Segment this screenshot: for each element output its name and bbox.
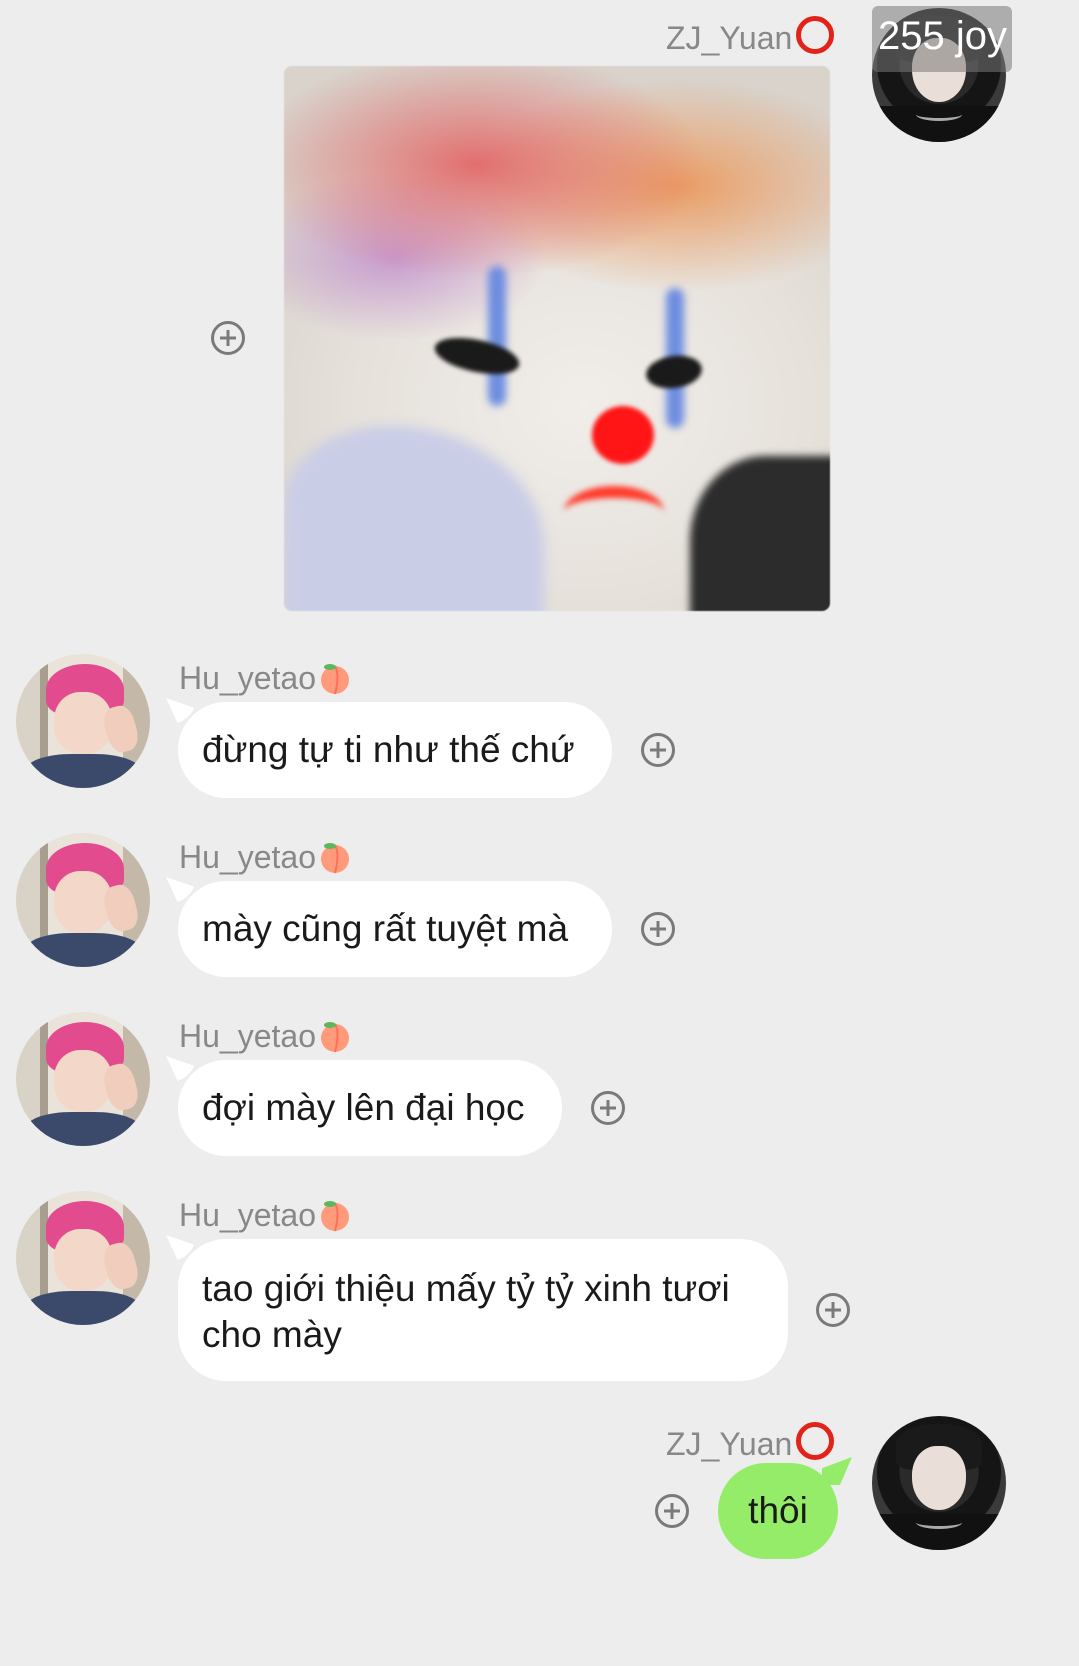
sender-name-other: Hu_yetao	[179, 839, 352, 876]
red-circle-icon	[796, 1422, 835, 1460]
peach-icon	[320, 664, 349, 695]
message-text: thôi	[748, 1490, 808, 1531]
sender-name-self: ZJ_Yuan	[666, 1422, 835, 1463]
red-circle-icon	[796, 16, 835, 54]
avatar-other[interactable]	[16, 654, 150, 788]
message-text: đừng tự ti như thế chứ	[202, 729, 575, 770]
peach-icon	[320, 1022, 349, 1053]
message-text: tao giới thiệu mấy tỷ tỷ xinh tươi cho m…	[202, 1268, 730, 1355]
peach-icon	[320, 1201, 349, 1232]
sender-name-other: Hu_yetao	[179, 660, 352, 697]
add-reaction-icon[interactable]	[816, 1293, 850, 1327]
add-reaction-icon[interactable]	[211, 321, 245, 355]
peach-icon	[320, 843, 349, 874]
message-bubble[interactable]: mày cũng rất tuyệt mà	[166, 877, 612, 977]
add-reaction-icon[interactable]	[655, 1494, 689, 1528]
message-bubble-self[interactable]: thôi	[718, 1457, 852, 1559]
message-text: đợi mày lên đại học	[202, 1087, 525, 1128]
add-reaction-icon[interactable]	[641, 912, 675, 946]
sender-name-other: Hu_yetao	[179, 1197, 352, 1234]
avatar-self[interactable]	[872, 1416, 1006, 1550]
avatar-other[interactable]	[16, 1012, 150, 1146]
sender-name-other: Hu_yetao	[179, 1018, 352, 1055]
sender-name-self: ZJ_Yuan	[666, 16, 835, 57]
message-bubble[interactable]: đợi mày lên đại học	[166, 1056, 562, 1156]
message-bubble[interactable]: đừng tự ti như thế chứ	[166, 698, 612, 798]
badge-label: 255 joy	[878, 14, 1007, 58]
avatar-other[interactable]	[16, 1191, 150, 1325]
message-text: mày cũng rất tuyệt mà	[202, 908, 569, 949]
message-bubble[interactable]: tao giới thiệu mấy tỷ tỷ xinh tươi cho m…	[166, 1235, 788, 1381]
sticker-image[interactable]	[284, 66, 830, 611]
add-reaction-icon[interactable]	[591, 1091, 625, 1125]
add-reaction-icon[interactable]	[641, 733, 675, 767]
avatar-other[interactable]	[16, 833, 150, 967]
